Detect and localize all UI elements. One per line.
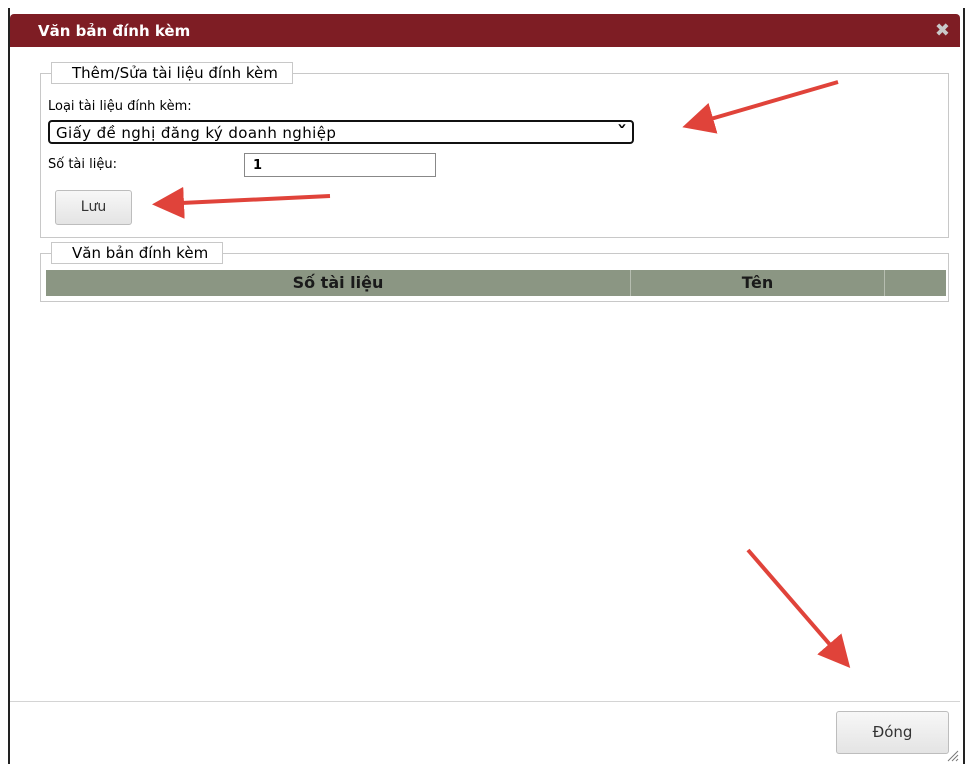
annotation-arrows [152,80,851,669]
annotation-arrow-close [746,548,851,669]
annotation-arrow-select [682,80,839,134]
annotation-arrow-save [152,186,331,219]
